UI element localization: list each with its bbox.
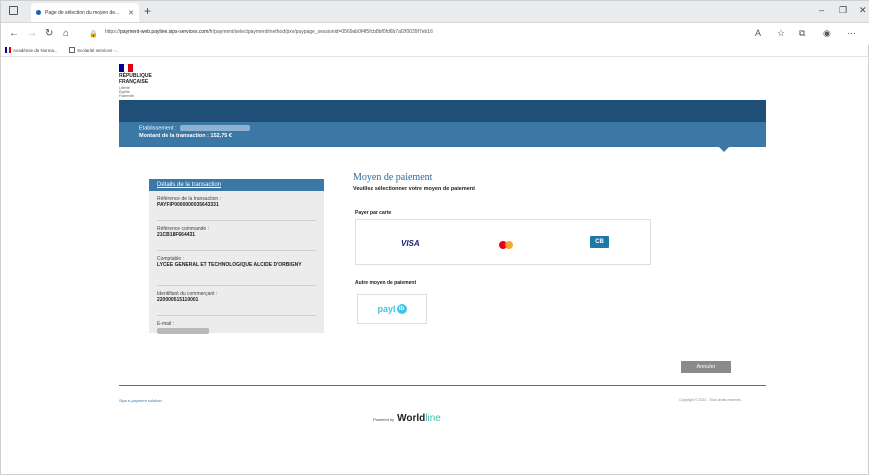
profile-icon[interactable]: ◉ [823,28,831,39]
email-redacted [157,328,209,334]
url-prefix: https:// [105,29,121,35]
refresh-icon[interactable]: ↻ [45,28,53,39]
browser-window: Page de sélection du moyen de... ✕ + – ❐… [0,0,869,475]
pointer-arrow-icon [719,147,729,152]
copyright: Copyright © 2022 - Tous droits réservés [679,398,741,402]
worldline-logo: Worldline [397,413,441,424]
menu-dots-icon[interactable]: ⋯ [847,28,856,39]
tab-title: Page de sélection du moyen de... [45,9,120,16]
visa-button[interactable]: VISA [401,239,420,248]
merchant-label: Etablissement : [139,125,177,132]
paylib-button[interactable]: payl ib [357,294,427,324]
amount-value: 152,75 € [210,132,232,139]
payment-subtitle: Veuillez sélectionner votre moyen de pai… [353,186,475,192]
card-section-label: Payer par carte [355,210,392,216]
favorite-label: Scolarité services -... [77,47,119,53]
footer-divider [119,385,766,386]
home-icon[interactable]: ⌂ [63,28,69,39]
logo-motto: Liberté Égalité Fraternité [119,86,179,98]
minimize-button[interactable]: – [819,5,824,15]
merchant-row: Etablissement : [139,125,766,133]
motto-line: Fraternité [119,94,134,98]
favorite-item-scolarite[interactable]: Scolarité services -... [69,47,119,53]
powered-label: Powered by [373,417,395,422]
flag-favicon-icon [5,47,11,53]
detail-value: 21CB18F664431 [157,232,196,238]
header-band [119,100,766,122]
tab-actions-icon[interactable] [9,6,18,15]
collections-icon[interactable]: ⧉ [799,28,805,39]
paylib-text: payl [377,304,396,314]
url-field[interactable]: https://payment-web.payline.sips-service… [105,29,575,35]
other-section-label: Autre moyen de paiement [355,280,417,286]
merchant-redacted [179,125,250,131]
favorite-star-icon[interactable]: ☆ [777,28,785,39]
worldline-part-b: line [425,413,441,424]
new-tab-button[interactable]: + [144,5,151,17]
close-window-button[interactable]: ✕ [859,5,867,16]
url-path: /fr/payment/selectpayment/method/pxv/pay… [208,29,433,35]
details-title[interactable]: Détails de la transaction [149,179,324,191]
detail-value: 220000515110001 [157,297,199,303]
paylib-badge: ib [396,304,407,314]
tab-close-icon[interactable]: ✕ [128,9,134,17]
logo-title: RÉPUBLIQUE FRANÇAISE [119,73,179,85]
url-host: payment-web.payline.sips-services.com [120,29,209,35]
worldline-part-a: World [397,413,426,424]
mastercard-button[interactable] [499,241,513,249]
detail-item: Comptable : LYCEE GENERAL ET TECHNOLOGIQ… [149,251,324,286]
forward-icon[interactable]: → [27,28,37,39]
footer-left-link[interactable]: Sips e-payment solution [119,398,162,403]
flag-red [128,64,134,72]
detail-value: LYCEE GENERAL ET TECHNOLOGIQUE ALCIDE D'… [157,262,302,268]
logo-line: FRANÇAISE [119,78,149,85]
tab-strip: Page de sélection du moyen de... ✕ + – ❐… [1,1,869,23]
cancel-button[interactable]: Annuler [681,361,731,373]
payment-title: Moyen de paiement [353,172,433,183]
favorites-bar: Académie de Norma... Scolarité services … [1,45,869,57]
back-icon[interactable]: ← [9,28,19,39]
republique-francaise-logo: RÉPUBLIQUE FRANÇAISE Liberté Égalité Fra… [119,64,179,98]
lock-icon[interactable]: 🔒 [89,30,98,38]
address-bar-row: ← → ↻ ⌂ 🔒 https://payment-web.payline.si… [1,23,869,45]
amount-label: Montant de la transaction : [139,132,209,139]
mastercard-orange-icon [505,241,513,249]
detail-value: PAYFIP0000000035643331 [157,202,219,208]
restore-button[interactable]: ❐ [839,5,847,16]
flag-icon [119,64,134,72]
read-aloud-icon[interactable]: A [755,28,761,38]
detail-item: Référence de la transaction : PAYFIP0000… [149,191,324,221]
detail-item: Identifiant du commerçant : 220000515110… [149,286,324,316]
detail-item-email: E-mail : [149,316,324,336]
favorite-label: Académie de Norma... [13,47,58,53]
page-favicon-icon [69,47,75,53]
transaction-summary: Etablissement : Montant de la transactio… [119,122,766,147]
transaction-details-panel: Détails de la transaction Référence de l… [149,179,324,336]
tab-favicon-icon [36,10,41,15]
detail-label: E-mail : [157,321,174,327]
powered-by: Powered by Worldline [373,413,441,424]
browser-tab[interactable]: Page de sélection du moyen de... ✕ [31,3,139,22]
detail-item: Référence commande : 21CB18F664431 [149,221,324,251]
cb-card-button[interactable]: CB [590,236,609,248]
amount-row: Montant de la transaction : 152,75 € [139,133,766,141]
favorite-item-academie[interactable]: Académie de Norma... [5,47,58,53]
